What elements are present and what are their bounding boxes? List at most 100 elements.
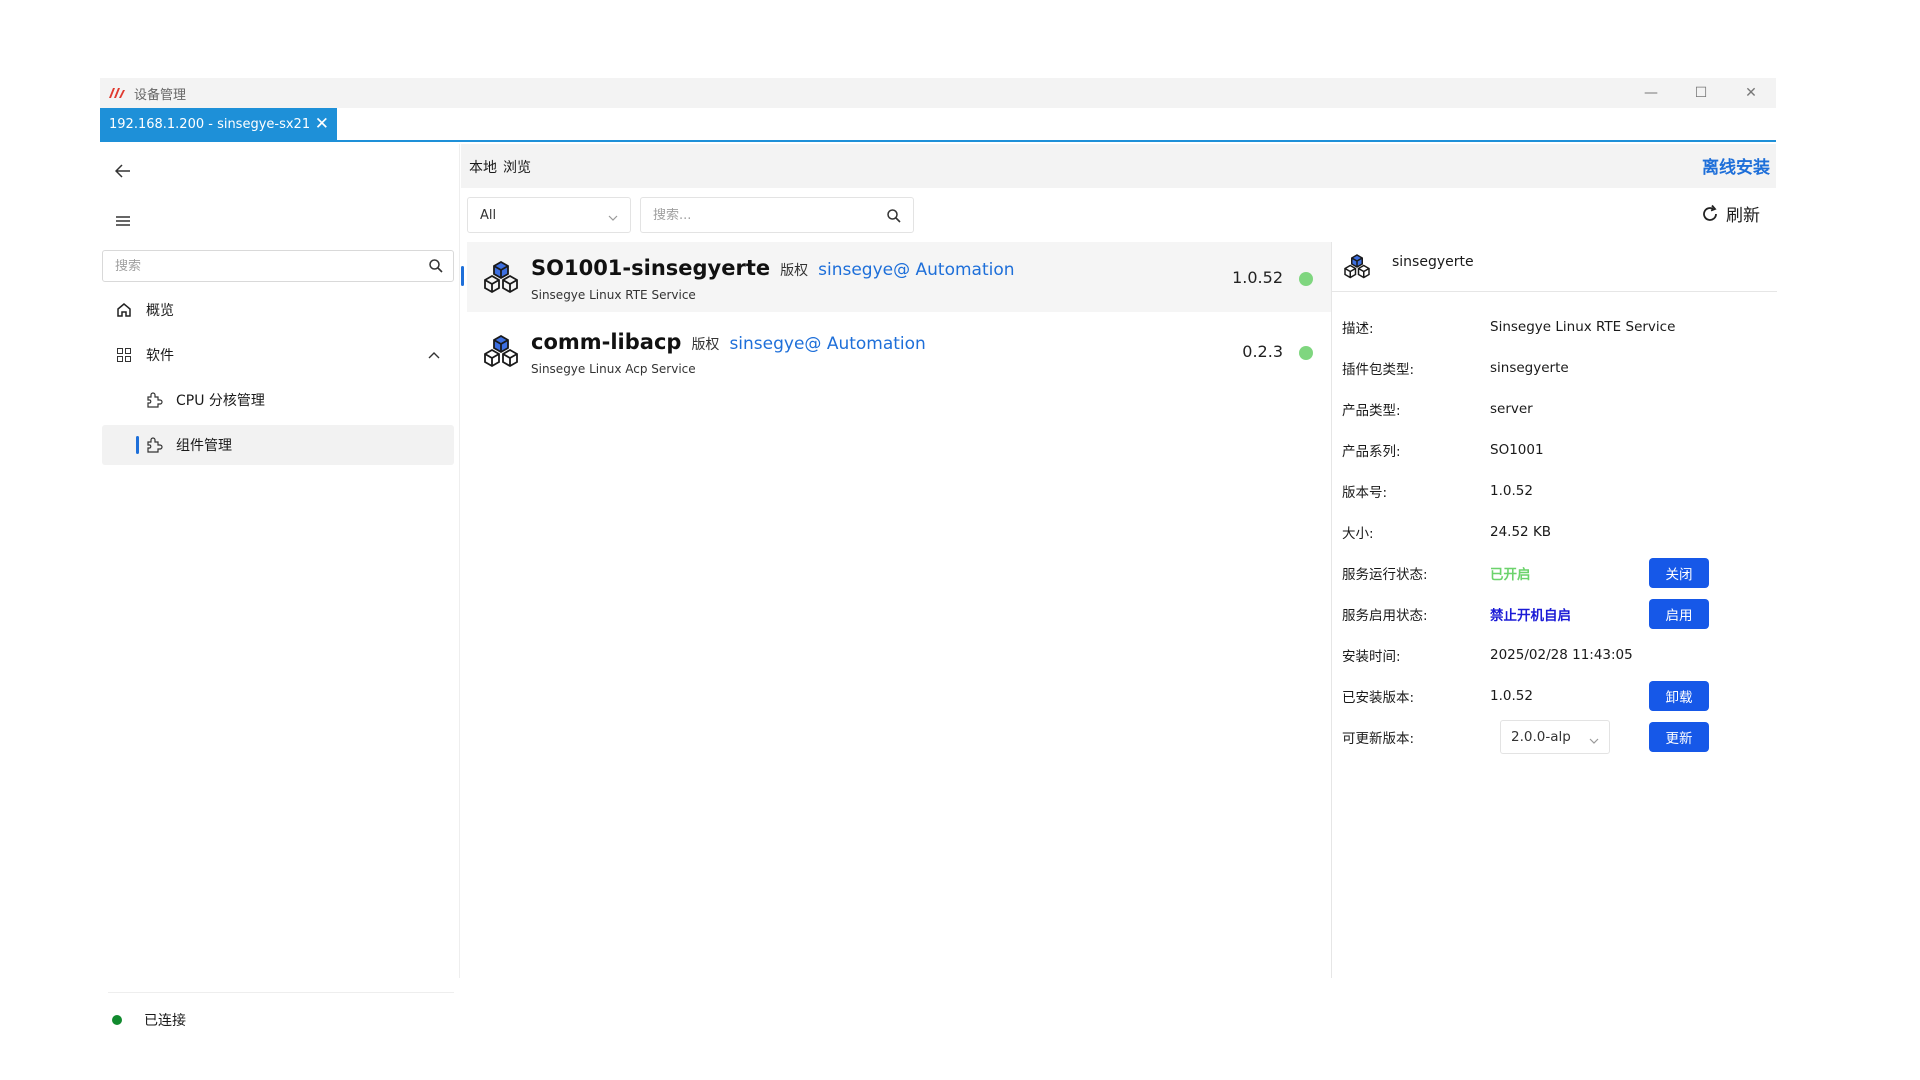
close-window-button[interactable]: ✕ xyxy=(1726,78,1776,108)
stop-service-button[interactable]: 关闭 xyxy=(1649,558,1709,588)
update-version-value: 2.0.0-alp xyxy=(1511,729,1571,745)
detail-label: 产品类型: xyxy=(1342,403,1401,419)
chevron-up-icon[interactable] xyxy=(428,347,440,363)
package-detail-panel: sinsegyerte 描述: Sinsegye Linux RTE Servi… xyxy=(1331,242,1777,978)
update-button[interactable]: 更新 xyxy=(1649,722,1709,752)
grid-icon xyxy=(114,345,134,365)
detail-header: sinsegyerte xyxy=(1332,242,1777,292)
list-item[interactable]: comm-libacp 版权 sinsegye@ Automation Sinseg… xyxy=(467,316,1331,386)
sidebar-search[interactable] xyxy=(102,250,454,282)
app-logo-icon xyxy=(108,86,126,100)
enable-state-value: 禁止开机自启 xyxy=(1490,608,1571,624)
package-name: SO1001-sinsegyerte xyxy=(531,256,771,280)
toolbar: All 刷新 xyxy=(461,188,1776,242)
detail-value: 24.52 KB xyxy=(1490,524,1552,540)
package-description: Sinsegye Linux Acp Service xyxy=(531,362,696,376)
package-version: 1.0.52 xyxy=(1232,268,1283,287)
maximize-button[interactable]: ☐ xyxy=(1676,78,1726,108)
package-version: 0.2.3 xyxy=(1242,342,1283,361)
window-controls: — ☐ ✕ xyxy=(1626,78,1776,108)
detail-row-installed-version: 已安装版本: 1.0.52 卸载 xyxy=(1342,681,1772,711)
package-list: SO1001-sinsegyerte 版权 sinsegye@ Automation… xyxy=(461,242,1331,978)
connection-tab-label: 192.168.1.200 - sinsegye-sx21 xyxy=(109,116,311,132)
sidebar-item-label: CPU 分核管理 xyxy=(176,393,265,409)
home-icon xyxy=(114,300,134,320)
sidebar-item-components[interactable]: 组件管理 xyxy=(102,425,454,465)
detail-label: 版本号: xyxy=(1342,485,1388,501)
package-status-dot xyxy=(1299,272,1313,286)
sidebar-item-software[interactable]: 软件 xyxy=(102,335,454,375)
detail-value: Sinsegye Linux RTE Service xyxy=(1490,319,1676,335)
detail-row-install-time: 安装时间: 2025/02/28 11:43:05 xyxy=(1342,640,1772,670)
sidebar-item-overview[interactable]: 概览 xyxy=(102,290,454,330)
package-title: SO1001-sinsegyerte 版权 sinsegye@ Automation xyxy=(531,256,1015,280)
tab-local[interactable]: 本地 xyxy=(469,157,497,177)
detail-label: 安装时间: xyxy=(1342,649,1401,665)
package-search-input[interactable] xyxy=(653,207,873,223)
connection-tab-strip: 192.168.1.200 - sinsegye-sx21 ✕ xyxy=(100,108,1776,142)
window-title: 设备管理 xyxy=(134,87,187,103)
refresh-label: 刷新 xyxy=(1726,206,1760,226)
detail-row-size: 大小: 24.52 KB xyxy=(1342,517,1772,547)
sidebar-search-input[interactable] xyxy=(115,258,415,274)
chevron-down-icon xyxy=(1589,732,1599,748)
list-item[interactable]: SO1001-sinsegyerte 版权 sinsegye@ Automation… xyxy=(461,242,1331,312)
minimize-button[interactable]: — xyxy=(1626,78,1676,108)
package-name: comm-libacp xyxy=(531,330,682,354)
tab-browse[interactable]: 浏览 xyxy=(503,157,531,177)
connection-status-label: 已连接 xyxy=(144,1013,186,1029)
sidebar-item-label: 软件 xyxy=(146,348,174,364)
filter-select[interactable]: All xyxy=(467,197,631,233)
back-arrow-icon[interactable] xyxy=(112,160,134,182)
sidebar-item-cpu-core[interactable]: CPU 分核管理 xyxy=(102,380,454,420)
detail-row-run-state: 服务运行状态: 已开启 关闭 xyxy=(1342,558,1772,588)
detail-value: SO1001 xyxy=(1490,442,1544,458)
detail-label: 服务启用状态: xyxy=(1342,608,1428,624)
puzzle-icon xyxy=(144,435,164,455)
detail-label: 大小: xyxy=(1342,526,1374,542)
hamburger-menu-icon[interactable] xyxy=(112,210,134,232)
package-copyright: 版权 xyxy=(780,263,809,279)
detail-label: 可更新版本: xyxy=(1342,731,1415,747)
package-cubes-icon xyxy=(481,258,521,298)
detail-row-product-type: 产品类型: server xyxy=(1342,394,1772,424)
package-search[interactable] xyxy=(640,197,914,233)
package-description: Sinsegye Linux RTE Service xyxy=(531,288,696,302)
detail-label: 描述: xyxy=(1342,321,1374,337)
detail-value: 1.0.52 xyxy=(1490,688,1533,704)
uninstall-button[interactable]: 卸载 xyxy=(1649,681,1709,711)
detail-label: 插件包类型: xyxy=(1342,362,1415,378)
main-area: 本地 浏览 离线安装 All 刷新 xyxy=(461,144,1777,978)
package-cubes-icon xyxy=(1342,252,1372,282)
chevron-down-icon xyxy=(608,210,618,225)
package-copyright: 版权 xyxy=(691,337,720,353)
detail-row-update-version: 可更新版本: 2.0.0-alp 更新 xyxy=(1342,720,1772,754)
search-icon[interactable] xyxy=(887,208,901,227)
detail-row-product-series: 产品系列: SO1001 xyxy=(1342,435,1772,465)
status-dot-icon xyxy=(112,1015,122,1025)
detail-row-enable-state: 服务启用状态: 禁止开机自启 启用 xyxy=(1342,599,1772,629)
offline-install-button[interactable]: 离线安装 xyxy=(1702,153,1770,178)
enable-service-button[interactable]: 启用 xyxy=(1649,599,1709,629)
sidebar-divider xyxy=(108,992,454,993)
filter-selected-value: All xyxy=(480,207,497,223)
package-title: comm-libacp 版权 sinsegye@ Automation xyxy=(531,330,926,354)
refresh-button[interactable]: 刷新 xyxy=(1700,201,1760,226)
close-tab-icon[interactable]: ✕ xyxy=(315,114,329,134)
main-tab-bar: 本地 浏览 离线安装 xyxy=(461,144,1776,188)
puzzle-icon xyxy=(144,390,164,410)
detail-title: sinsegyerte xyxy=(1392,254,1474,270)
detail-value: 2025/02/28 11:43:05 xyxy=(1490,647,1633,663)
detail-value: 1.0.52 xyxy=(1490,483,1533,499)
package-vendor-link[interactable]: sinsegye@ Automation xyxy=(729,334,925,354)
sidebar-item-label: 组件管理 xyxy=(176,438,232,454)
update-version-select[interactable]: 2.0.0-alp xyxy=(1500,720,1610,754)
detail-value: server xyxy=(1490,401,1533,417)
package-vendor-link[interactable]: sinsegye@ Automation xyxy=(818,260,1014,280)
connection-tab[interactable]: 192.168.1.200 - sinsegye-sx21 ✕ xyxy=(100,108,337,140)
package-status-dot xyxy=(1299,346,1313,360)
detail-label: 已安装版本: xyxy=(1342,690,1415,706)
refresh-icon xyxy=(1700,204,1720,224)
search-icon[interactable] xyxy=(429,259,443,277)
run-state-value: 已开启 xyxy=(1490,567,1531,583)
